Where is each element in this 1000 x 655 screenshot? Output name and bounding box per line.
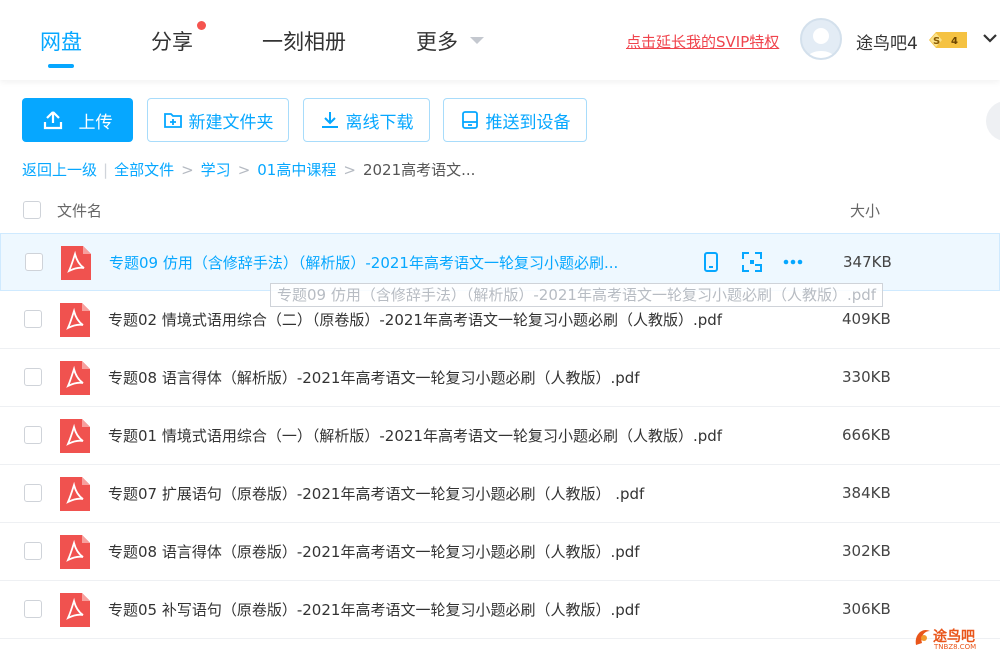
tab-moment-album[interactable]: 一刻相册 <box>262 26 346 56</box>
caret-down-icon[interactable] <box>470 37 484 44</box>
pdf-file-icon <box>61 246 91 280</box>
pdf-file-icon <box>60 419 90 453</box>
file-name[interactable]: 专题05 补写语句（原卷版）-2021年高考语文一轮复习小题必刷（人教版）.pd… <box>108 599 640 620</box>
column-header-size[interactable]: 大小 <box>850 200 880 221</box>
push-to-device-button[interactable]: 推送到设备 <box>443 98 587 142</box>
breadcrumb-separator: > <box>343 160 356 179</box>
file-size: 330KB <box>842 368 891 386</box>
table-row[interactable]: 专题08 语言得体（解析版）-2021年高考语文一轮复习小题必刷（人教版）.pd… <box>0 349 1000 407</box>
chevron-down-icon[interactable] <box>982 30 998 46</box>
row-checkbox[interactable] <box>24 310 42 328</box>
row-checkbox[interactable] <box>24 426 42 444</box>
breadcrumb-back[interactable]: 返回上一级 <box>22 159 97 180</box>
filename-tooltip: 专题09 仿用（含修辞手法）（解析版）-2021年高考语文一轮复习小题必刷（人教… <box>270 283 884 307</box>
pdf-file-icon <box>60 303 90 337</box>
file-name[interactable]: 专题01 情境式语用综合（一）（解析版）-2021年高考语文一轮复习小题必刷（人… <box>108 425 722 446</box>
breadcrumb-divider: | <box>103 160 109 179</box>
device-icon <box>461 111 478 129</box>
tab-netdisk[interactable]: 网盘 <box>40 26 82 56</box>
share-notification-dot <box>197 21 206 30</box>
file-size: 347KB <box>843 253 892 271</box>
tab-more[interactable]: 更多 <box>416 26 458 56</box>
upload-label: 上传 <box>78 112 113 133</box>
table-row[interactable]: 专题01 情境式语用综合（一）（解析版）-2021年高考语文一轮复习小题必刷（人… <box>0 407 1000 465</box>
new-folder-icon <box>163 113 182 128</box>
file-size: 384KB <box>842 484 891 502</box>
breadcrumb: 返回上一级 | 全部文件 > 学习 > 01高中课程 > 2021高考语文... <box>22 159 475 180</box>
download-icon <box>321 112 338 128</box>
breadcrumb-item-highschool[interactable]: 01高中课程 <box>257 159 336 180</box>
breadcrumb-current: 2021高考语文... <box>362 161 476 179</box>
upload-icon <box>43 111 62 130</box>
new-folder-label: 新建文件夹 <box>188 112 274 133</box>
new-folder-button[interactable]: 新建文件夹 <box>147 98 289 142</box>
phone-icon[interactable] <box>700 251 722 273</box>
more-icon[interactable] <box>782 251 804 273</box>
username[interactable]: 途鸟吧4 <box>856 29 918 54</box>
row-checkbox[interactable] <box>24 368 42 386</box>
pdf-file-icon <box>60 593 90 627</box>
row-checkbox[interactable] <box>24 484 42 502</box>
row-checkbox[interactable] <box>24 600 42 618</box>
pdf-file-icon <box>60 477 90 511</box>
vip-badge-symbol: S <box>933 36 940 47</box>
offline-download-button[interactable]: 离线下载 <box>303 98 430 142</box>
push-to-device-label: 推送到设备 <box>485 112 571 133</box>
file-size: 302KB <box>842 542 891 560</box>
file-name[interactable]: 专题02 情境式语用综合（二）（原卷版）-2021年高考语文一轮复习小题必刷（人… <box>108 309 722 330</box>
column-header-name[interactable]: 文件名 <box>57 200 102 221</box>
file-size: 306KB <box>842 600 891 618</box>
watermark-url: TNBZ8.COM <box>934 643 977 651</box>
top-header: 网盘 分享 一刻相册 更多 点击延长我的SVIP特权 途鸟吧4 S 4 <box>0 0 1000 80</box>
breadcrumb-separator: > <box>181 160 194 179</box>
file-name[interactable]: 专题09 仿用（含修辞手法）（解析版）-2021年高考语文一轮复习小题必刷... <box>109 252 618 273</box>
file-name[interactable]: 专题07 扩展语句（原卷版）-2021年高考语文一轮复习小题必刷（人教版） .p… <box>108 483 644 504</box>
breadcrumb-separator: > <box>237 160 251 179</box>
avatar[interactable] <box>800 18 842 60</box>
pdf-file-icon <box>60 535 90 569</box>
user-avatar-icon <box>806 28 836 58</box>
file-size: 409KB <box>842 310 891 328</box>
svip-extend-link[interactable]: 点击延长我的SVIP特权 <box>626 31 779 52</box>
file-name[interactable]: 专题08 语言得体（原卷版）-2021年高考语文一轮复习小题必刷（人教版）.pd… <box>108 541 640 562</box>
upload-button[interactable]: 上传 <box>22 98 133 142</box>
row-checkbox[interactable] <box>25 253 43 271</box>
vip-badge-level: 4 <box>951 36 958 47</box>
breadcrumb-item-study[interactable]: 学习 <box>201 159 231 180</box>
qr-share-icon[interactable] <box>741 251 763 273</box>
file-name[interactable]: 专题08 语言得体（解析版）-2021年高考语文一轮复习小题必刷（人教版）.pd… <box>108 367 640 388</box>
file-size: 666KB <box>842 426 891 444</box>
table-row[interactable]: 专题07 扩展语句（原卷版）-2021年高考语文一轮复习小题必刷（人教版） .p… <box>0 465 1000 523</box>
toolbar-overflow-button[interactable] <box>986 101 1000 141</box>
table-row[interactable]: 专题05 补写语句（原卷版）-2021年高考语文一轮复习小题必刷（人教版）.pd… <box>0 581 1000 639</box>
row-checkbox[interactable] <box>24 542 42 560</box>
tab-share[interactable]: 分享 <box>151 26 193 56</box>
offline-download-label: 离线下载 <box>345 112 414 133</box>
pdf-file-icon <box>60 361 90 395</box>
table-row[interactable]: 专题08 语言得体（原卷版）-2021年高考语文一轮复习小题必刷（人教版）.pd… <box>0 523 1000 581</box>
breadcrumb-item-all-files[interactable]: 全部文件 <box>114 159 174 180</box>
active-tab-indicator <box>48 64 74 68</box>
vip-level-badge: S 4 <box>929 32 967 48</box>
select-all-checkbox[interactable] <box>23 201 41 219</box>
